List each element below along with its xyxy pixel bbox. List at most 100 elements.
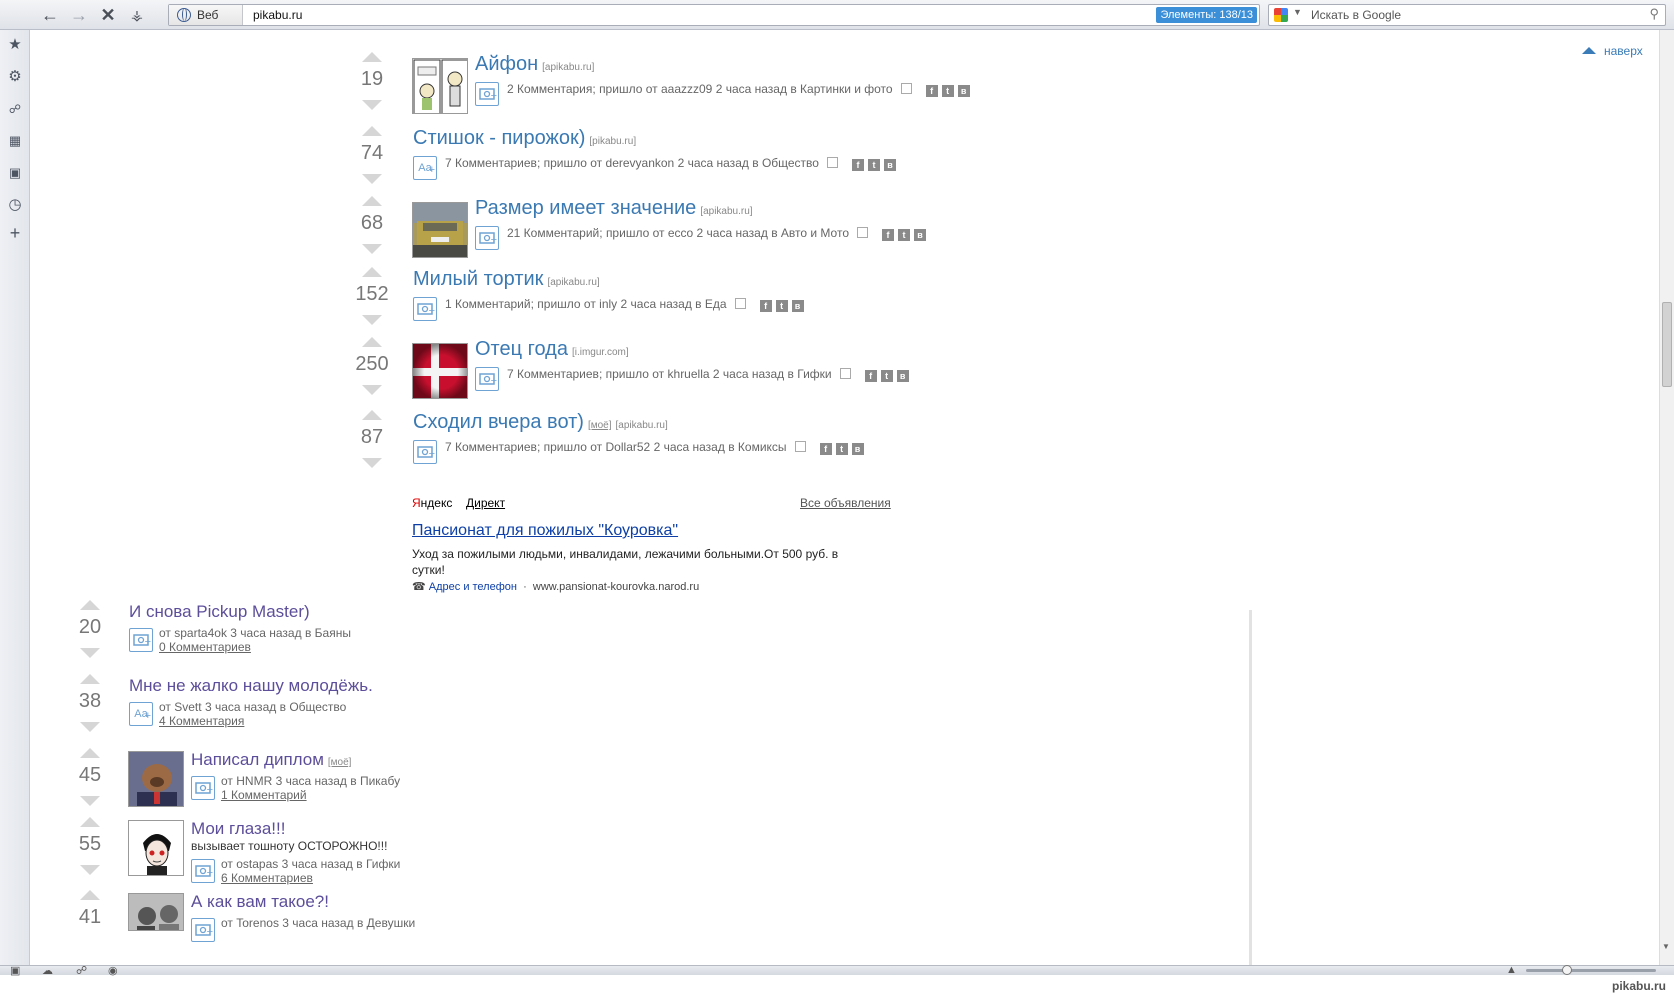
author-link[interactable]: Dollar52 [606,440,651,454]
text-post-icon[interactable]: Aa + [413,156,437,180]
vote-up-icon[interactable] [80,890,100,900]
save-icon[interactable] [900,83,912,94]
vote-down-icon[interactable] [362,174,382,184]
back-arrow-icon[interactable]: ← [39,4,61,26]
post-thumbnail[interactable] [412,202,468,258]
vote-up-icon[interactable] [362,267,382,277]
vote-down-icon[interactable] [362,385,382,395]
twitter-icon[interactable]: t [835,443,848,455]
post-title-link[interactable]: Милый тортик [413,268,543,290]
save-icon[interactable] [794,441,806,452]
post-title-link[interactable]: Стишок - пирожок) [413,127,585,149]
cloud-icon[interactable]: ☁ [42,964,53,977]
author-link[interactable]: ecco [668,226,693,240]
bookmarks-star-icon[interactable]: ★ [6,36,24,54]
comments-link[interactable]: 21 Комментарий [507,226,599,240]
vote-up-icon[interactable] [80,674,100,684]
comments-link[interactable]: 7 Комментариев [507,367,599,381]
scroll-thumb[interactable] [1662,302,1672,387]
comments-link[interactable]: 7 Комментариев [445,440,537,454]
post-title[interactable]: Стишок - пирожок) [pikabu.ru] [413,127,636,150]
comments-link[interactable]: 2 Комментария [507,82,592,96]
post-title-link[interactable]: Размер имеет значение [475,197,696,219]
post-title-link[interactable]: И снова Pickup Master) [129,602,310,621]
to-top-link[interactable]: наверх [1582,44,1643,58]
category-link[interactable]: Гифки [797,367,831,381]
category-link[interactable]: Картинки и фото [800,82,893,96]
vote-up-icon[interactable] [80,748,100,758]
search-icon[interactable]: ⚲ [1649,6,1659,22]
vote-up-icon[interactable] [362,126,382,136]
facebook-icon[interactable]: f [759,300,772,312]
vote-down-icon[interactable] [80,796,100,806]
post-title[interactable]: Отец года [i.imgur.com] [475,338,629,361]
post-thumbnail[interactable] [128,893,184,931]
vkontakte-icon[interactable]: в [896,370,909,382]
mine-tag[interactable]: [моё] [588,420,612,431]
history-clock-icon[interactable]: ◷ [6,196,24,214]
ad-site[interactable]: www.pansionat-kourovka.narod.ru [533,581,699,593]
author-link[interactable]: Torenos [236,916,279,930]
category-link[interactable]: Авто и Мото [781,226,849,240]
vote-up-icon[interactable] [362,410,382,420]
key-icon[interactable]: ⚶ [126,4,148,26]
facebook-icon[interactable]: f [864,370,877,382]
photo-post-icon[interactable]: + [475,367,499,391]
page-scrollbar[interactable]: ▼ [1659,30,1674,965]
zoom-up-icon[interactable]: ▲ [1506,964,1517,976]
chevron-down-icon[interactable]: ▼ [1293,7,1302,17]
vote-up-icon[interactable] [362,52,382,62]
twitter-icon[interactable]: t [898,229,911,241]
settings-gear-icon[interactable]: ⚙ [6,68,24,86]
vote-up-icon[interactable] [362,196,382,206]
mine-tag[interactable]: [моё] [328,757,352,768]
ad-title-link[interactable]: Пансионат для пожилых "Коуровка" [412,522,678,540]
address-bar[interactable]: Веб pikabu.ru Элементы: 138/13 [168,4,1260,26]
direct-link[interactable]: Директ [466,496,505,510]
post-title-link[interactable]: А как вам такое?! [191,892,329,911]
photo-post-icon[interactable]: + [475,226,499,250]
vote-up-icon[interactable] [80,600,100,610]
photo-post-icon[interactable]: + [475,82,499,106]
post-title[interactable]: А как вам такое?! [191,892,329,912]
vkontakte-icon[interactable]: в [914,229,927,241]
vote-down-icon[interactable] [80,648,100,658]
facebook-icon[interactable]: f [882,229,895,241]
post-title-link[interactable]: Айфон [475,53,538,75]
post-thumbnail[interactable] [128,820,184,876]
post-title[interactable]: Размер имеет значение [apikabu.ru] [475,197,753,220]
twitter-icon[interactable]: t [775,300,788,312]
twitter-icon[interactable]: t [941,85,954,97]
notes-icon[interactable]: ▦ [6,132,24,150]
save-icon[interactable] [826,157,838,168]
author-link[interactable]: inly [599,297,617,311]
post-thumbnail[interactable] [412,58,468,114]
facebook-icon[interactable]: f [819,443,832,455]
author-link[interactable]: HNMR [236,774,272,788]
comments-link[interactable]: 6 Комментариев [221,871,313,885]
photo-post-icon[interactable]: + [191,776,215,800]
category-link[interactable]: Еда [705,297,727,311]
vote-down-icon[interactable] [80,865,100,875]
post-title[interactable]: Мои глаза!!! [191,819,285,839]
post-title[interactable]: Мне не жалко нашу молодёжь. [129,676,373,696]
post-title[interactable]: Милый тортик [apikabu.ru] [413,268,600,291]
category-link[interactable]: Гифки [366,857,400,871]
author-link[interactable]: ostapas [236,857,278,871]
downloads-icon[interactable]: ▣ [6,164,24,182]
vote-up-icon[interactable] [362,337,382,347]
vote-down-icon[interactable] [362,100,382,110]
zoom-slider[interactable] [1526,965,1656,975]
share-icon[interactable]: ☍ [6,100,24,118]
photo-post-icon[interactable]: + [413,297,437,321]
post-thumbnail[interactable] [128,751,184,807]
vote-down-icon[interactable] [362,458,382,468]
post-title-link[interactable]: Мои глаза!!! [191,819,285,838]
category-link[interactable]: Баяны [315,626,351,640]
post-thumbnail[interactable] [412,343,468,399]
stop-loading-icon[interactable]: ✕ [97,4,119,26]
all-ads-link[interactable]: Все объявления [800,496,891,510]
facebook-icon[interactable]: f [851,159,864,171]
comments-link[interactable]: 7 Комментариев [445,156,537,170]
author-link[interactable]: aaazzz09 [661,82,712,96]
